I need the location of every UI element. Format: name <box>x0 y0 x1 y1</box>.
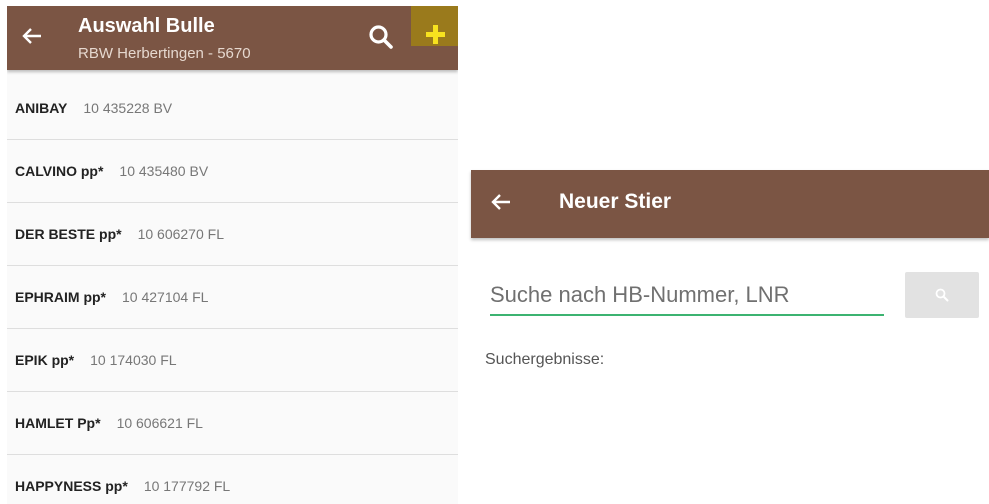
bull-id: 10 606270 FL <box>137 226 224 242</box>
bull-list: ANIBAY 10 435228 BV CALVINO pp* 10 43548… <box>7 77 458 504</box>
list-item[interactable]: HAPPYNESS pp* 10 177792 FL <box>7 455 458 504</box>
bull-id: 10 606621 FL <box>116 415 203 431</box>
bull-id: 10 177792 FL <box>143 478 231 494</box>
bull-id: 10 435480 BV <box>119 163 209 179</box>
search-icon[interactable] <box>368 24 394 50</box>
bull-name: HAPPYNESS pp* <box>15 478 128 494</box>
search-results-label: Suchergebnisse: <box>485 351 605 368</box>
search-button[interactable] <box>905 272 979 318</box>
app-bar: Auswahl Bulle RBW Herbertingen - 5670 <box>7 6 458 70</box>
back-arrow-icon[interactable] <box>489 190 513 214</box>
list-item[interactable]: ANIBAY 10 435228 BV <box>7 77 458 140</box>
search-icon <box>935 288 949 302</box>
bull-name: EPHRAIM pp* <box>15 289 106 305</box>
page-title: Auswahl Bulle <box>78 15 215 37</box>
back-arrow-icon[interactable] <box>21 25 43 47</box>
bull-name: HAMLET Pp* <box>15 415 101 431</box>
bull-id: 10 427104 FL <box>122 289 209 305</box>
bull-name: EPIK pp* <box>15 352 75 368</box>
page-subtitle: RBW Herbertingen - 5670 <box>78 45 251 62</box>
search-input[interactable] <box>490 276 884 316</box>
list-item[interactable]: HAMLET Pp* 10 606621 FL <box>7 392 458 455</box>
list-item[interactable]: CALVINO pp* 10 435480 BV <box>7 140 458 203</box>
list-item[interactable]: EPHRAIM pp* 10 427104 FL <box>7 266 458 329</box>
list-item[interactable]: EPIK pp* 10 174030 FL <box>7 329 458 392</box>
bull-name: ANIBAY <box>15 100 68 116</box>
list-item[interactable]: DER BESTE pp* 10 606270 FL <box>7 203 458 266</box>
new-bull-screen: Neuer Stier Suchergebnisse: <box>471 170 989 504</box>
bull-name: DER BESTE pp* <box>15 226 122 242</box>
add-bull-button[interactable] <box>411 6 458 46</box>
bull-id: 10 174030 FL <box>90 352 177 368</box>
page-title: Neuer Stier <box>559 190 672 213</box>
app-bar: Neuer Stier <box>471 170 989 238</box>
bull-id: 10 435228 BV <box>83 100 173 116</box>
bull-name: CALVINO pp* <box>15 163 104 179</box>
bull-selection-screen: Auswahl Bulle RBW Herbertingen - 5670 AN… <box>7 6 458 504</box>
